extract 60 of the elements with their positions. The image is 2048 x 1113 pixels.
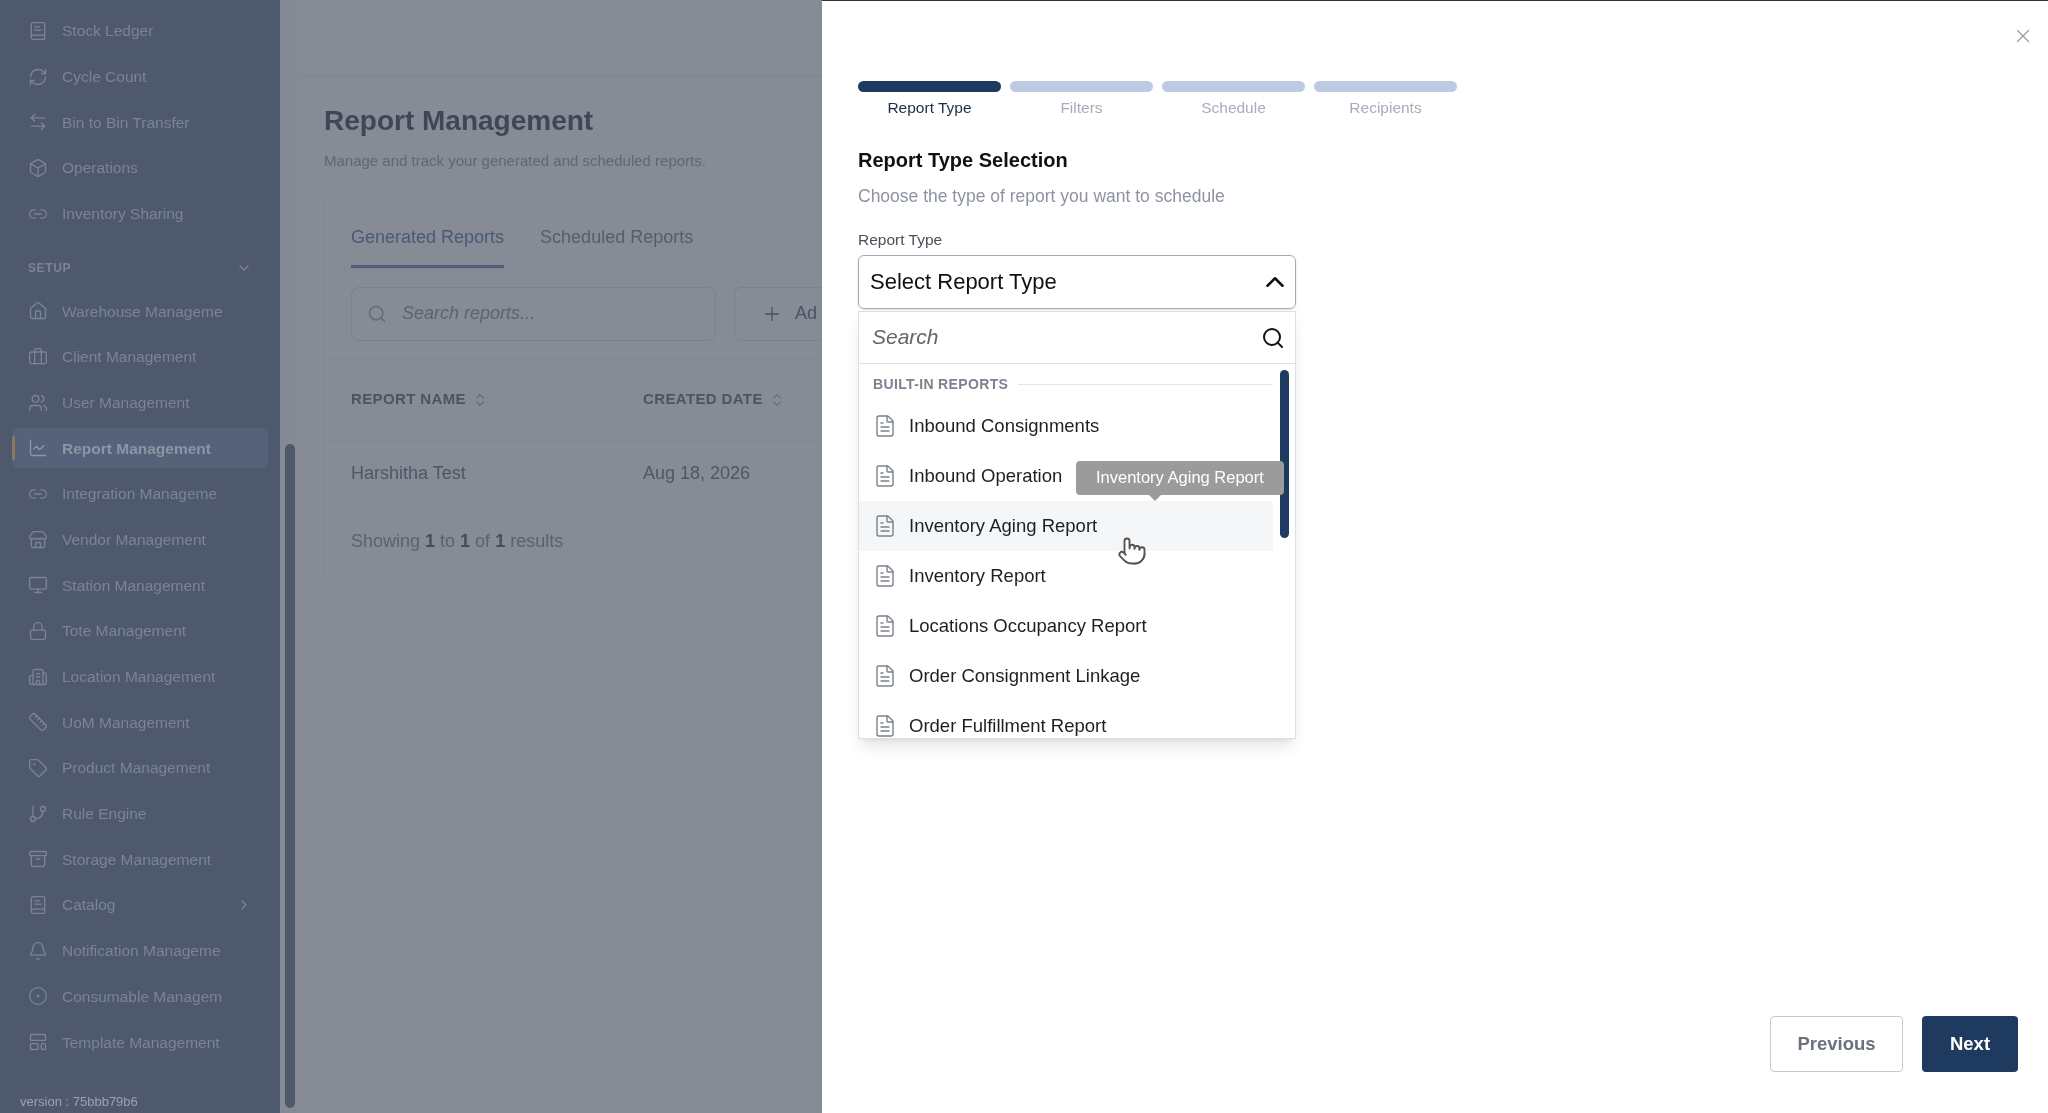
previous-button[interactable]: Previous [1770, 1016, 1903, 1072]
chevron-icon [1266, 276, 1284, 287]
tab[interactable]: Generated Reports [351, 223, 505, 268]
refresh-icon [28, 66, 48, 87]
dropdown-option[interactable]: Order Consignment Linkage [859, 650, 1273, 701]
step-label[interactable]: Schedule [1201, 96, 1266, 120]
search-icon [1261, 325, 1285, 350]
branch-icon [28, 803, 48, 824]
dropdown-option[interactable]: Inbound Consignments [859, 400, 1273, 451]
document-icon [873, 463, 897, 488]
tooltip-arrow [1149, 494, 1161, 501]
store-icon [28, 529, 48, 550]
bell-icon [28, 940, 48, 961]
scrollbar-thumb[interactable] [1280, 369, 1289, 538]
briefcase-icon [28, 346, 48, 367]
column-header[interactable]: CREATED DATE [643, 388, 785, 411]
book-icon [28, 21, 48, 41]
version-label: version : 75bbb79b6 [19, 1092, 139, 1111]
step-label[interactable]: Filters [1060, 96, 1103, 120]
dropdown-option[interactable]: Locations Occupancy Report [859, 600, 1273, 651]
monitor-icon [28, 575, 48, 596]
building-icon [28, 666, 48, 687]
chart-icon [28, 438, 48, 459]
lock-icon [28, 620, 48, 641]
next-button[interactable]: Next [1922, 1016, 2018, 1072]
document-icon [873, 413, 897, 438]
step-label[interactable]: Report Type [887, 96, 972, 120]
page-title: Report Management [324, 104, 595, 138]
house-icon [28, 301, 48, 322]
step-label[interactable]: Recipients [1349, 96, 1422, 120]
tag-icon [28, 758, 48, 778]
document-icon [873, 563, 897, 588]
layout-icon [28, 1032, 48, 1053]
tooltip: Inventory Aging Report [1076, 460, 1284, 495]
book-icon [28, 895, 48, 916]
document-icon [873, 663, 897, 688]
dropdown-option[interactable]: Inventory Aging Report [859, 500, 1273, 551]
dropdown-option[interactable]: Order Fulfillment Report [859, 700, 1273, 738]
document-icon [873, 513, 897, 538]
group-title: BUILT-IN REPORTS [873, 374, 1009, 394]
document-icon [873, 713, 897, 738]
section-description: Choose the type of report you want to schedule [858, 185, 1226, 209]
report-type-select[interactable]: Select Report Type [858, 254, 1296, 309]
cube-icon [28, 158, 48, 179]
ruler-icon [28, 712, 48, 733]
users-icon [28, 392, 48, 413]
table-cell-text: Harshitha Test [351, 461, 467, 485]
pointer-icon [1117, 535, 1147, 566]
dropdown-option[interactable]: Inventory Report [859, 550, 1273, 601]
section-heading: Report Type Selection [858, 148, 1069, 174]
archive-icon [28, 849, 48, 870]
column-header[interactable]: REPORT NAME [351, 388, 643, 411]
field-label: Report Type [858, 229, 944, 250]
document-icon [873, 613, 897, 638]
arrows-icon [28, 112, 48, 133]
dropdown-search-field[interactable]: Search [859, 311, 1295, 364]
scrollbar-thumb[interactable] [285, 444, 295, 1108]
search-icon [367, 303, 387, 324]
table-cell-text: Aug 18, 2026 [643, 461, 751, 485]
target-icon [28, 986, 48, 1007]
